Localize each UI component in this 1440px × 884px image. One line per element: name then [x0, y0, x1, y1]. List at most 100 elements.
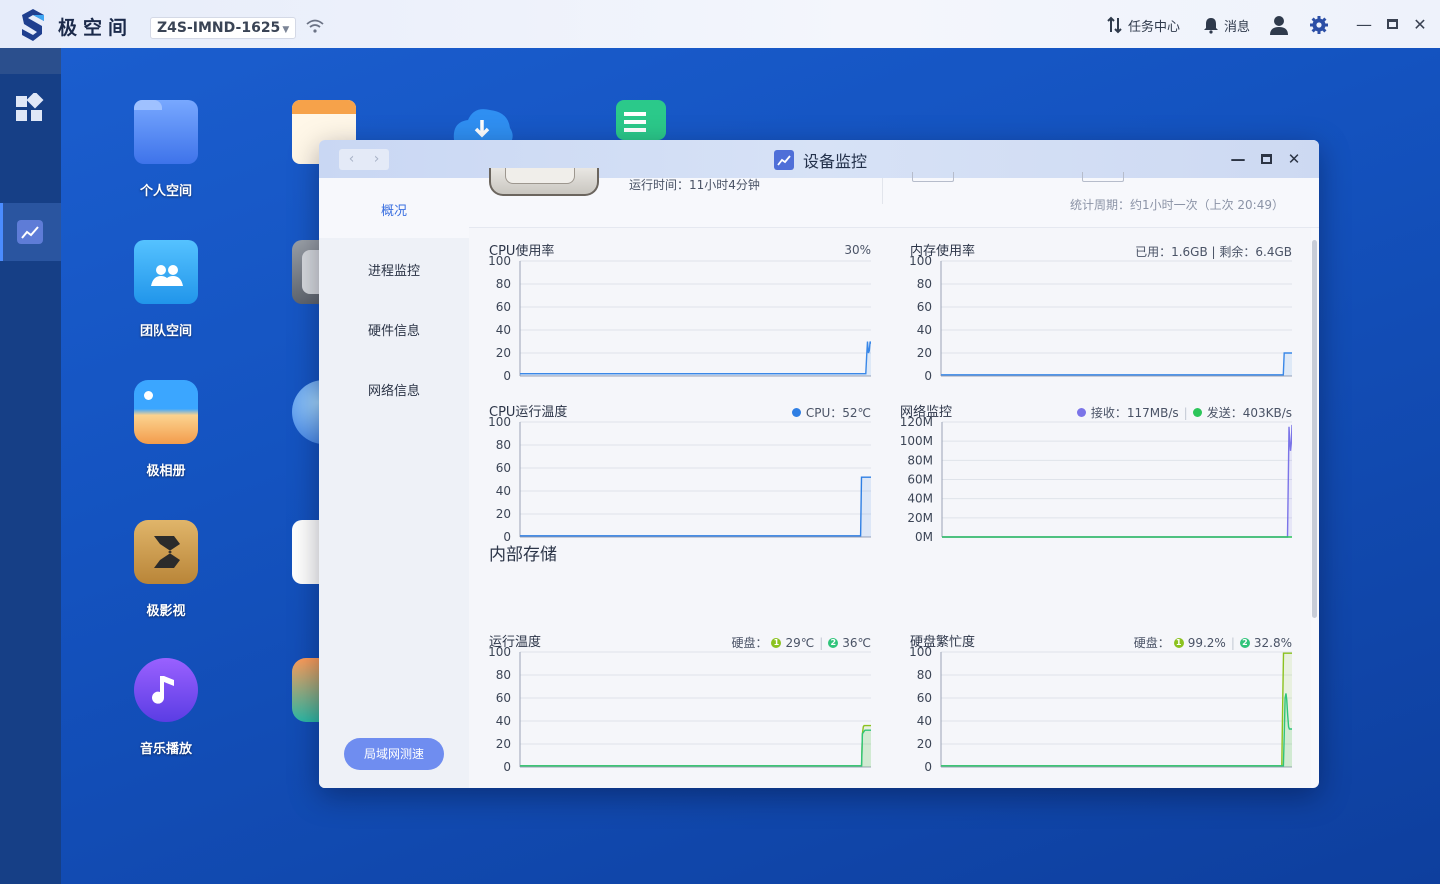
- brand-name: 极空间: [58, 17, 134, 39]
- uptime: 运行时间：11小时4分钟: [629, 176, 760, 193]
- overview-content: 运行时间：11小时4分钟 统计周期：约1小时一次（上次 20:49） CPU使用…: [469, 168, 1319, 788]
- y-tick-label: 60: [496, 691, 511, 705]
- chart-cpu-temp: CPU运行温度 CPU：52℃ 100 80 60 40 20 0: [489, 401, 871, 541]
- y-tick-label: 80: [917, 668, 932, 682]
- cloud-download-icon: [453, 109, 513, 140]
- series-line: [941, 652, 1292, 767]
- apps-grid-icon[interactable]: [14, 93, 46, 125]
- user-icon[interactable]: [1268, 15, 1290, 35]
- storage-section-title: 内部存储: [489, 545, 557, 565]
- y-tick-label: 60: [917, 691, 932, 705]
- music-icon: [134, 658, 198, 722]
- logo-icon: [22, 9, 44, 41]
- photo-album-icon: [134, 380, 198, 444]
- series-area: [520, 477, 871, 537]
- forward-icon[interactable]: ›: [364, 149, 389, 170]
- series-line: [520, 341, 871, 375]
- window-minimize-icon[interactable]: —: [1229, 150, 1247, 168]
- chart-disk-temp: 运行温度 硬盘： 1 29℃ | 2 36℃ 100 80 60 40 20 0: [489, 631, 871, 771]
- y-tick-label: 0: [924, 369, 932, 380]
- desktop-icon-photo-album[interactable]: 极相册: [116, 380, 216, 479]
- dock-device-monitor[interactable]: [0, 203, 61, 261]
- chart-plot: 100806040200: [910, 647, 1292, 771]
- device-selector[interactable]: Z4S-IMND-1625 ▼: [150, 17, 297, 39]
- sidebar-item-process[interactable]: 进程监控: [319, 260, 469, 279]
- chart-plot: 120M 100M 80M 60M 40M 20M 0M: [900, 417, 1292, 541]
- window-title-bar[interactable]: ‹ › 设备监控 — ✕: [319, 140, 1319, 178]
- series-area: [520, 341, 871, 376]
- bell-icon: [1204, 18, 1218, 34]
- desktop-icon-label: 团队空间: [139, 324, 192, 339]
- lan-speed-test-button[interactable]: 局域网测速: [344, 738, 444, 770]
- chart-disk-busy: 硬盘繁忙度 硬盘： 1 99.2% | 2 32.8% 100 80 60 40 20 0: [910, 631, 1292, 771]
- wifi-icon[interactable]: [305, 18, 325, 34]
- legend-value: 30%: [844, 243, 871, 257]
- chart-memory-usage: 内存使用率 已用：1.6GB | 剩余：6.4GB 100 80 60 40 20 0: [910, 240, 1292, 380]
- top-bar: 极空间 Z4S-IMND-1625 ▼ 任务中心 消息 — ✕: [0, 0, 1440, 48]
- divider: [882, 178, 883, 204]
- monitor-app-icon: [774, 150, 794, 170]
- uptime-value: 11小时4分钟: [689, 178, 760, 192]
- task-center-label: 任务中心: [1128, 19, 1181, 35]
- desktop-icon-label: 极相册: [146, 464, 186, 479]
- active-indicator: [0, 203, 3, 261]
- messages-button[interactable]: 消息: [1202, 15, 1250, 35]
- series-area: [520, 730, 871, 767]
- y-tick-label: 100: [910, 256, 932, 268]
- sidebar-item-hardware[interactable]: 硬件信息: [319, 320, 469, 339]
- desktop-icon-music[interactable]: 音乐播放: [116, 658, 216, 757]
- desktop-icon-download[interactable]: [448, 104, 516, 140]
- stat-period: 统计周期：约1小时一次（上次 20:49）: [1069, 198, 1284, 212]
- desktop-icon-label: 音乐播放: [139, 742, 192, 757]
- y-tick-label: 40: [917, 714, 932, 728]
- desktop-icon-doc[interactable]: [612, 100, 670, 140]
- chart-plot: 100806040200: [489, 417, 871, 541]
- y-tick-label: 80: [496, 277, 511, 291]
- minimize-icon[interactable]: —: [1354, 14, 1374, 34]
- legend-dot: [1076, 408, 1086, 417]
- document-icon: [616, 100, 666, 140]
- desktop-icon-video[interactable]: 极影视: [116, 520, 216, 619]
- y-tick-label: 100: [489, 647, 511, 659]
- device-name: Z4S-IMND-1625: [157, 20, 281, 36]
- chart-cpu-usage: CPU使用率 30% 100 80 60 40 20 0: [489, 240, 871, 380]
- team-folder-icon: [134, 240, 198, 304]
- desktop-icon-team-space[interactable]: 团队空间: [116, 240, 216, 339]
- legend-dot: [1192, 408, 1202, 417]
- series-area: [941, 653, 1292, 767]
- chart-legend: 30%: [844, 243, 871, 257]
- left-dock: [0, 48, 61, 884]
- y-tick-label: 40M: [907, 492, 933, 506]
- series-line: [520, 729, 871, 767]
- close-icon[interactable]: ✕: [1410, 14, 1430, 34]
- scrollbar[interactable]: [1312, 240, 1317, 618]
- y-tick-label: 40: [496, 323, 511, 337]
- desktop-icon-label: 个人空间: [139, 184, 192, 199]
- y-tick-label: 80: [917, 277, 932, 291]
- window-close-icon[interactable]: ✕: [1285, 150, 1303, 168]
- back-icon[interactable]: ‹: [339, 149, 364, 170]
- chart-plot: 100806040200: [910, 256, 1292, 380]
- y-tick-label: 60: [917, 300, 932, 314]
- nav-arrows: ‹ ›: [339, 149, 389, 170]
- y-tick-label: 0: [503, 760, 511, 771]
- device-monitor-window: ‹ › 设备监控 — ✕ 概况 进程监控 硬件信息 网络信息 局域网测速 运行时…: [319, 140, 1319, 788]
- window-title-group: 设备监控: [774, 148, 867, 172]
- series-area: [941, 353, 1292, 376]
- sidebar-item-network[interactable]: 网络信息: [319, 380, 469, 399]
- window-maximize-icon[interactable]: [1257, 150, 1275, 168]
- device-info-strip: 运行时间：11小时4分钟 统计周期：约1小时一次（上次 20:49）: [469, 168, 1319, 228]
- stat-box: [912, 172, 954, 182]
- sidebar-item-overview[interactable]: 概况: [319, 200, 469, 219]
- maximize-icon[interactable]: [1382, 14, 1402, 34]
- chart-network: 网络监控 接收：117MB/s | 发送：403KB/s 120M 100M 80M 60M 4…: [900, 401, 1292, 541]
- legend-badge: 2: [1239, 637, 1250, 648]
- uptime-label: 运行时间：: [629, 178, 690, 192]
- chart-plot: 100806040200: [489, 647, 871, 771]
- task-center-button[interactable]: 任务中心: [1106, 15, 1180, 35]
- y-tick-label: 80: [496, 668, 511, 682]
- desktop-icon-personal-space[interactable]: 个人空间: [116, 100, 216, 199]
- gear-icon[interactable]: [1309, 15, 1329, 35]
- chart-icon: [17, 220, 43, 244]
- y-tick-label: 100M: [900, 434, 933, 448]
